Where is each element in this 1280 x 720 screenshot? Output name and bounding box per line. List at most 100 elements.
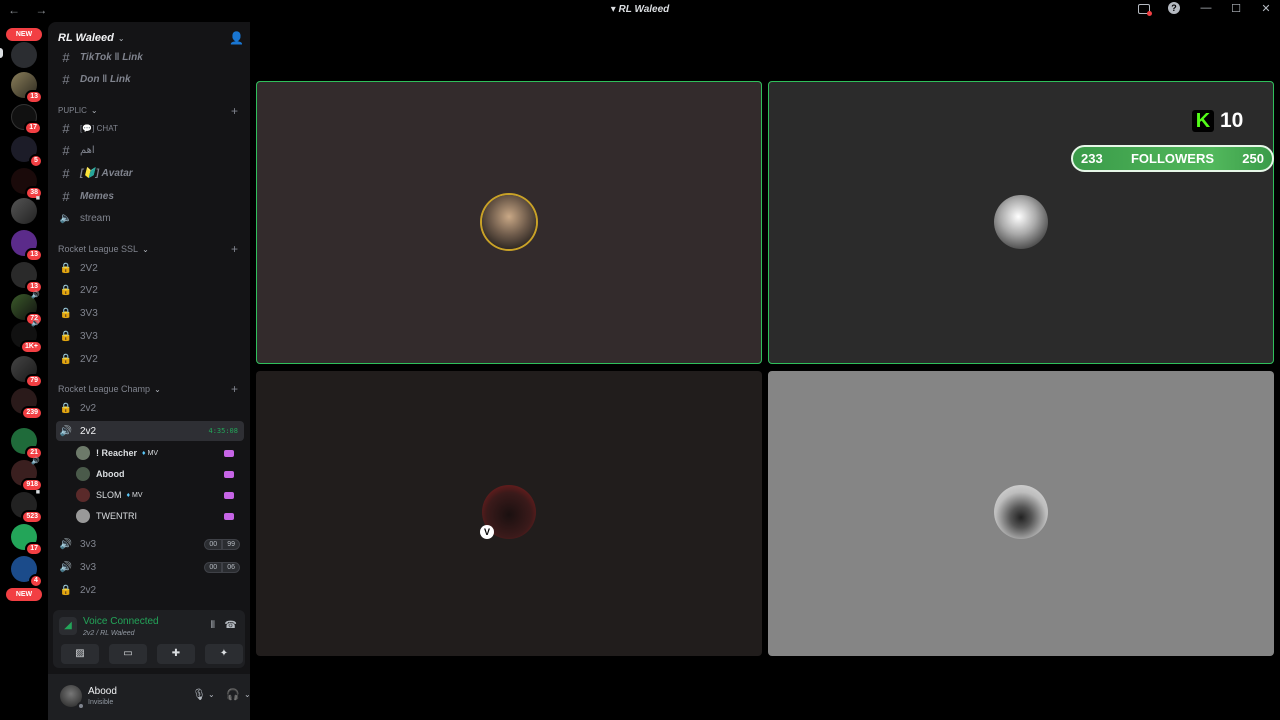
hash-icon: # [62, 142, 70, 158]
participant-tile[interactable]: V [256, 371, 762, 656]
server-icon[interactable]: ■ [11, 195, 40, 224]
add-channel-icon[interactable]: + [231, 104, 238, 118]
server-icon[interactable]: 13 [11, 230, 43, 262]
camera-off-button[interactable]: ▨ [61, 644, 99, 664]
voice-member[interactable]: Abood [72, 464, 242, 484]
server-icon[interactable]: 17 [11, 104, 42, 135]
channel-champ-locked[interactable]: 🔒 2v2 [56, 398, 244, 418]
member-name: ! Reacher [96, 448, 138, 458]
server-icon[interactable]: 13 [11, 262, 43, 294]
server-icon[interactable]: 239 [11, 388, 43, 420]
user-panel: Abood Invisible 🎙 ⌄ 🎧 ⌄ ⚙ [48, 674, 274, 720]
server-icon[interactable]: 17 [11, 524, 43, 556]
speaker-icon: 🔈 [59, 212, 73, 224]
server-icon[interactable]: 13 [11, 72, 43, 104]
kick-count: 10 [1220, 109, 1244, 132]
channel-ssl-3[interactable]: 🔒 3V3 [56, 303, 244, 323]
minimize-button[interactable]: — [1198, 2, 1214, 15]
category-label: Rocket League Champ [58, 384, 151, 394]
user-limit-value: 06 [222, 561, 240, 573]
help-icon[interactable]: ? [1168, 2, 1184, 15]
add-member-icon[interactable]: 👤 [229, 31, 244, 45]
channel-last-locked[interactable]: 🔒 2v2 [56, 580, 244, 600]
category-label: PUPLIC [58, 106, 87, 115]
user-status: Invisible [88, 699, 114, 706]
activities-button[interactable]: ✚ [157, 644, 195, 664]
channel-3v3-b[interactable]: 🔊 3v3 00 06 [56, 557, 244, 577]
category-ssl[interactable]: Rocket League SSL ⌄ + [58, 242, 238, 256]
chevron-down-icon[interactable]: ⌄ [208, 690, 215, 699]
server-icon[interactable]: 5 [11, 136, 43, 168]
stream-icon [224, 491, 234, 499]
nitro-badge-icon: V [480, 525, 494, 539]
voice-timer: 4:35:08 [208, 427, 238, 435]
channel-label: [🔰] Avatar [80, 167, 133, 179]
participant-tile[interactable] [256, 81, 762, 364]
stream-icon [224, 512, 234, 520]
server-icon[interactable]: 🔊 72 [11, 292, 43, 326]
mention-badge: 17 [24, 121, 42, 135]
noise-suppression-icon[interactable]: ⦀ [211, 620, 215, 631]
category-champ[interactable]: Rocket League Champ ⌄ + [58, 382, 238, 396]
channel-arabic[interactable]: # اهم [56, 140, 244, 160]
voice-connected-panel: ◢ Voice Connected 2v2 / RL Waleed ⦀ ☎ ▨ … [53, 610, 245, 668]
server-icon[interactable]: 4 [11, 556, 43, 588]
channel-chat[interactable]: # [💬] CHAT [56, 118, 244, 138]
server-icon[interactable]: ■ 523 [11, 489, 43, 524]
mention-badge: 79 [25, 374, 43, 388]
channel-avatar[interactable]: # [🔰] Avatar [56, 163, 244, 183]
add-channel-icon[interactable]: + [231, 242, 238, 256]
microphone-icon[interactable]: 🎙 [192, 688, 206, 701]
channel-label: TikTok ‖ Link [80, 51, 143, 63]
close-button[interactable]: ✕ [1258, 2, 1274, 15]
channel-tiktok[interactable]: # TikTok ‖ Link [56, 47, 244, 67]
inbox-icon[interactable] [1138, 2, 1154, 16]
channel-label: 2v2 [80, 584, 97, 596]
channel-ssl-5[interactable]: 🔒 2V2 [56, 349, 244, 369]
disconnect-icon[interactable]: ☎ [225, 620, 237, 631]
speaker-icon: 🔊 [31, 292, 40, 299]
channel-ssl-2[interactable]: 🔒 2V2 [56, 280, 244, 300]
channel-sidebar: RL Waleed ⌄ 👤 # TikTok ‖ Link # Don ‖ Link… [48, 22, 274, 720]
voice-member[interactable]: ! Reacher ♦ MV [72, 443, 242, 463]
mention-badge: 5 [29, 154, 43, 168]
channel-ssl-1[interactable]: 🔒 2V2 [56, 258, 244, 278]
channel-label: 3v3 [80, 538, 97, 550]
signal-icon[interactable]: ◢ [59, 617, 77, 635]
server-icon[interactable]: 🔊 918 [11, 458, 43, 492]
channel-stream[interactable]: 🔈 stream [56, 208, 244, 228]
soundboard-button[interactable]: ✦ [205, 644, 243, 664]
channel-label: 2V2 [80, 262, 98, 274]
lock-icon: 🔒 [59, 584, 73, 596]
server-icon[interactable]: 🔊 1K+ [11, 320, 43, 354]
server-icon[interactable]: 79 [11, 356, 43, 388]
voice-member[interactable]: SLOM ♦ MV [72, 485, 242, 505]
chevron-down-icon: ⌄ [90, 106, 98, 115]
maximize-button[interactable]: ☐ [1228, 2, 1244, 15]
stream-icon [224, 470, 234, 478]
avatar [76, 446, 90, 460]
server-icon[interactable] [11, 42, 37, 68]
channel-label: Memes [80, 190, 114, 202]
participant-tile[interactable] [768, 371, 1274, 656]
voice-location[interactable]: 2v2 / RL Waleed [83, 630, 135, 637]
category-public[interactable]: PUPLIC ⌄ + [58, 104, 238, 118]
avatar [994, 195, 1048, 249]
server-icon[interactable]: 38 [11, 168, 43, 200]
hash-icon: # [62, 165, 70, 181]
server-icon[interactable]: 21 [11, 428, 43, 460]
voice-member[interactable]: TWENTRI [72, 506, 242, 526]
headphones-icon[interactable]: 🎧 [226, 688, 240, 701]
channel-memes[interactable]: # Memes [56, 186, 244, 206]
guild-header[interactable]: RL Waleed ⌄ [58, 30, 242, 46]
channel-3v3-a[interactable]: 🔊 3v3 00 99 [56, 534, 244, 554]
lock-icon: 🔒 [59, 353, 73, 365]
add-channel-icon[interactable]: + [231, 382, 238, 396]
avatar [994, 485, 1048, 539]
channel-don[interactable]: # Don ‖ Link [56, 69, 244, 89]
screen-share-button[interactable]: ▭ [109, 644, 147, 664]
speaker-icon: 🔊 [59, 538, 73, 550]
user-name[interactable]: Abood [88, 686, 117, 697]
channel-ssl-4[interactable]: 🔒 3V3 [56, 326, 244, 346]
channel-active-voice[interactable]: 🔊 2v2 4:35:08 [56, 421, 244, 441]
